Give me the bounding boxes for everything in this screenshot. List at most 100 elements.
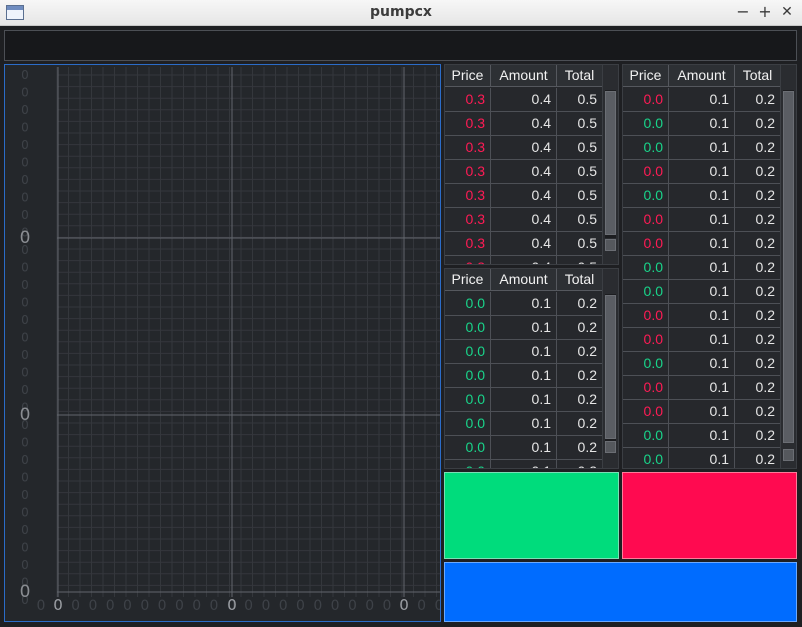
y-tick-label: 0 xyxy=(21,488,29,502)
table-row[interactable]: 0.00.10.2 xyxy=(623,88,781,112)
column-header-amount[interactable]: Amount xyxy=(669,65,735,87)
table-row[interactable]: 0.30.40.5 xyxy=(445,160,603,184)
table-row[interactable]: 0.00.10.2 xyxy=(623,184,781,208)
price-cell: 0.0 xyxy=(623,400,669,423)
table-row[interactable]: 0.30.40.5 xyxy=(445,232,603,256)
total-cell: 0.2 xyxy=(735,160,781,183)
table-row[interactable]: 0.00.10.2 xyxy=(623,400,781,424)
price-cell: 0.0 xyxy=(623,184,669,207)
bids-order-book[interactable]: Price Amount Total 0.0 0.1 0.2 0.0 0.1 0.2 0.0… xyxy=(444,268,619,469)
table-row[interactable]: 0.30.40.5 xyxy=(445,112,603,136)
scroll-thumb[interactable] xyxy=(605,295,616,439)
amount-cell: 0.4 xyxy=(491,112,557,135)
maximize-icon[interactable]: + xyxy=(756,2,774,22)
trades-scrollbar[interactable] xyxy=(780,65,796,468)
total-cell: 0.2 xyxy=(557,292,603,315)
amount-cell: 0.4 xyxy=(491,136,557,159)
total-cell: 0.2 xyxy=(735,304,781,327)
y-tick-label: 0 xyxy=(21,138,29,152)
y-tick-label: 0 xyxy=(21,331,29,345)
table-row[interactable]: 0.30.40.5 xyxy=(445,256,603,264)
column-header-total[interactable]: Total xyxy=(557,269,603,291)
trades-history[interactable]: Price Amount Total 0.0 0.1 0.2 0.0 0.1 0.2 0.0… xyxy=(622,64,797,469)
x-tick-label: 0 xyxy=(348,598,357,614)
table-row[interactable]: 0.30.40.5 xyxy=(445,184,603,208)
table-row[interactable]: 0.00.10.2 xyxy=(445,388,603,412)
table-row[interactable]: 0.00.10.2 xyxy=(623,256,781,280)
table-row[interactable]: 0.00.10.2 xyxy=(623,424,781,448)
y-tick-label: 0 xyxy=(21,121,29,135)
minimize-icon[interactable]: − xyxy=(734,2,752,22)
x-tick-label: 0 xyxy=(192,598,201,614)
x-tick-label: 0 xyxy=(210,598,219,614)
table-row[interactable]: 0.00.10.2 xyxy=(623,448,781,468)
bids-scrollbar[interactable] xyxy=(602,269,618,468)
amount-cell: 0.1 xyxy=(669,448,735,468)
table-row[interactable]: 0.00.10.2 xyxy=(445,292,603,316)
x-tick-label: 0 xyxy=(417,598,426,614)
table-row[interactable]: 0.00.10.2 xyxy=(445,316,603,340)
table-row[interactable]: 0.00.10.2 xyxy=(445,460,603,468)
column-header-amount[interactable]: Amount xyxy=(491,65,557,87)
y-tick-label: 0 xyxy=(21,471,29,485)
scroll-thumb[interactable] xyxy=(783,91,794,443)
scroll-down-button[interactable] xyxy=(605,239,616,251)
table-row[interactable]: 0.30.40.5 xyxy=(445,88,603,112)
price-chart[interactable]: 0000000000000000000000000000000000000000… xyxy=(4,64,441,622)
table-row[interactable]: 0.00.10.2 xyxy=(445,364,603,388)
scroll-thumb[interactable] xyxy=(605,91,616,235)
column-header-price[interactable]: Price xyxy=(445,269,491,291)
price-cell: 0.0 xyxy=(445,436,491,459)
column-header-price[interactable]: Price xyxy=(445,65,491,87)
table-row[interactable]: 0.00.10.2 xyxy=(445,340,603,364)
price-cell: 0.3 xyxy=(445,160,491,183)
total-cell: 0.2 xyxy=(735,208,781,231)
table-row[interactable]: 0.00.10.2 xyxy=(623,208,781,232)
column-header-price[interactable]: Price xyxy=(623,65,669,87)
amount-cell: 0.4 xyxy=(491,232,557,255)
price-cell: 0.3 xyxy=(445,256,491,264)
price-cell: 0.0 xyxy=(623,232,669,255)
x-tick-label: 0 xyxy=(140,598,149,614)
scroll-down-button[interactable] xyxy=(605,441,616,453)
amount-cell: 0.1 xyxy=(669,232,735,255)
table-row[interactable]: 0.00.10.2 xyxy=(623,160,781,184)
table-row[interactable]: 0.00.10.2 xyxy=(623,304,781,328)
price-cell: 0.0 xyxy=(623,376,669,399)
y-tick-label: 0 xyxy=(21,156,29,170)
amount-cell: 0.1 xyxy=(491,436,557,459)
window-title: pumpcx xyxy=(370,4,432,20)
table-row[interactable]: 0.00.10.2 xyxy=(623,112,781,136)
table-row[interactable]: 0.00.10.2 xyxy=(623,376,781,400)
column-header-total[interactable]: Total xyxy=(735,65,781,87)
x-tick-label-major: 0 xyxy=(53,596,63,614)
table-row[interactable]: 0.00.10.2 xyxy=(445,436,603,460)
x-tick-label: 0 xyxy=(123,598,132,614)
asks-order-book[interactable]: Price Amount Total 0.3 0.4 0.5 0.3 0.4 0.5 0.3… xyxy=(444,64,619,265)
top-input-bar[interactable] xyxy=(4,30,797,61)
x-tick-label: 0 xyxy=(331,598,340,614)
table-row[interactable]: 0.00.10.2 xyxy=(445,412,603,436)
column-header-total[interactable]: Total xyxy=(557,65,603,87)
table-row[interactable]: 0.00.10.2 xyxy=(623,136,781,160)
amount-cell: 0.1 xyxy=(669,352,735,375)
column-header-amount[interactable]: Amount xyxy=(491,269,557,291)
table-row[interactable]: 0.00.10.2 xyxy=(623,280,781,304)
scroll-down-button[interactable] xyxy=(783,449,794,461)
amount-cell: 0.1 xyxy=(669,376,735,399)
price-cell: 0.3 xyxy=(445,112,491,135)
table-row[interactable]: 0.00.10.2 xyxy=(623,232,781,256)
close-icon[interactable]: ✕ xyxy=(778,2,796,22)
y-tick-label-major: 0 xyxy=(20,582,31,602)
amount-cell: 0.1 xyxy=(669,304,735,327)
table-row[interactable]: 0.30.40.5 xyxy=(445,208,603,232)
total-cell: 0.5 xyxy=(557,184,603,207)
submit-order-button[interactable] xyxy=(444,562,797,622)
sell-button[interactable] xyxy=(622,472,797,559)
table-row[interactable]: 0.00.10.2 xyxy=(623,352,781,376)
asks-scrollbar[interactable] xyxy=(602,65,618,264)
price-cell: 0.0 xyxy=(623,424,669,447)
table-row[interactable]: 0.00.10.2 xyxy=(623,328,781,352)
buy-button[interactable] xyxy=(444,472,619,559)
table-row[interactable]: 0.30.40.5 xyxy=(445,136,603,160)
